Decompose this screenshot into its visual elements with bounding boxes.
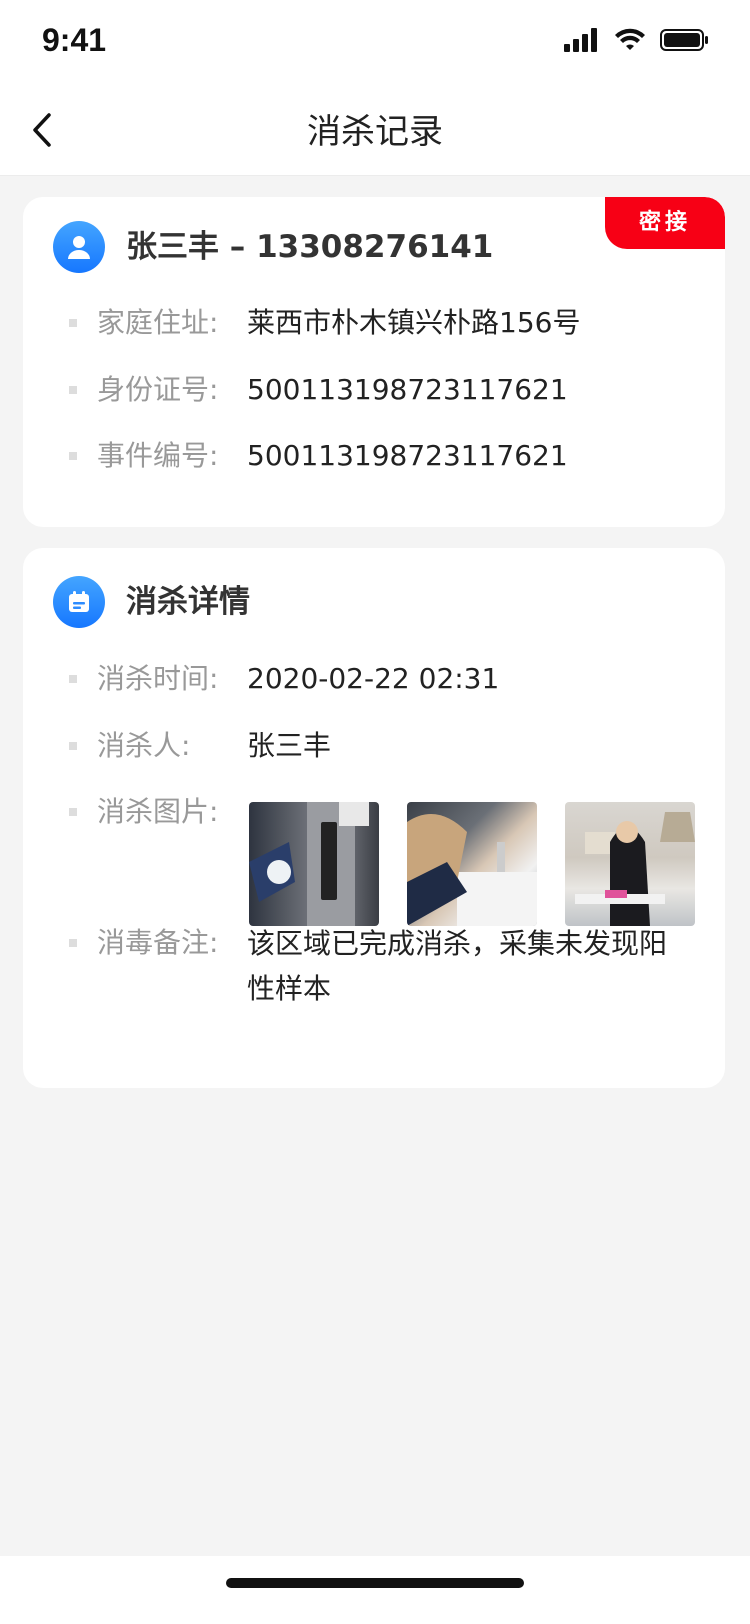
disinfection-detail-card: 消杀详情 消杀时间: 2020-02-22 02:31 消杀人: 张三丰 消杀图…: [23, 548, 725, 1088]
user-icon: [53, 221, 105, 273]
bullet: [69, 742, 77, 750]
calendar-icon: [53, 576, 105, 628]
event-value: 500113198723117621: [247, 439, 568, 472]
time-row: 消杀时间: 2020-02-22 02:31: [23, 657, 725, 701]
signal-icon: [564, 28, 600, 56]
address-label: 家庭住址:: [97, 306, 219, 339]
remark-row: 消毒备注: 该区域已完成消杀，采集未发现阳性样本: [23, 921, 725, 1013]
person-name-phone: 张三丰 – 13308276141: [126, 229, 494, 265]
wifi-icon: [614, 28, 646, 56]
time-label: 消杀时间:: [97, 662, 219, 695]
photo-gallery: [249, 802, 695, 926]
bullet: [69, 675, 77, 683]
elevator-disinfection-photo[interactable]: [249, 802, 379, 926]
page-title: 消杀记录: [307, 112, 443, 152]
event-row: 事件编号: 500113198723117621: [23, 434, 725, 478]
address-row: 家庭住址: 莱西市朴木镇兴朴路156号: [23, 301, 725, 345]
bullet: [69, 808, 77, 816]
table-disinfection-photo[interactable]: [565, 802, 695, 926]
event-label: 事件编号:: [97, 439, 219, 472]
operator-label: 消杀人:: [97, 729, 191, 762]
bullet: [69, 452, 77, 460]
status-icons: [564, 28, 710, 56]
battery-icon: [660, 28, 710, 56]
id-label: 身份证号:: [97, 373, 219, 406]
address-value: 莱西市朴木镇兴朴路156号: [247, 306, 581, 339]
photos-label: 消杀图片:: [97, 795, 219, 828]
operator-value: 张三丰: [247, 729, 332, 762]
detail-title: 消杀详情: [126, 584, 250, 620]
remark-value: 该区域已完成消杀，采集未发现阳性样本: [247, 927, 668, 1005]
bullet: [69, 386, 77, 394]
bullet: [69, 319, 77, 327]
status-bar: 9:41: [0, 0, 750, 88]
close-contact-badge: 密接: [605, 197, 725, 249]
remark-label: 消毒备注:: [97, 926, 219, 959]
time-value: 2020-02-22 02:31: [247, 662, 500, 695]
home-indicator: [0, 1556, 750, 1624]
bullet: [69, 939, 77, 947]
id-value: 500113198723117621: [247, 373, 568, 406]
nav-bar: 消杀记录: [0, 88, 750, 176]
person-card: 密接 张三丰 – 13308276141 家庭住址: 莱西市朴木镇兴朴路156号…: [23, 197, 725, 527]
sink-disinfection-photo[interactable]: [407, 802, 537, 926]
home-indicator-bar[interactable]: [226, 1578, 524, 1588]
id-row: 身份证号: 500113198723117621: [23, 368, 725, 412]
operator-row: 消杀人: 张三丰: [23, 724, 725, 768]
status-time: 9:41: [42, 22, 107, 58]
